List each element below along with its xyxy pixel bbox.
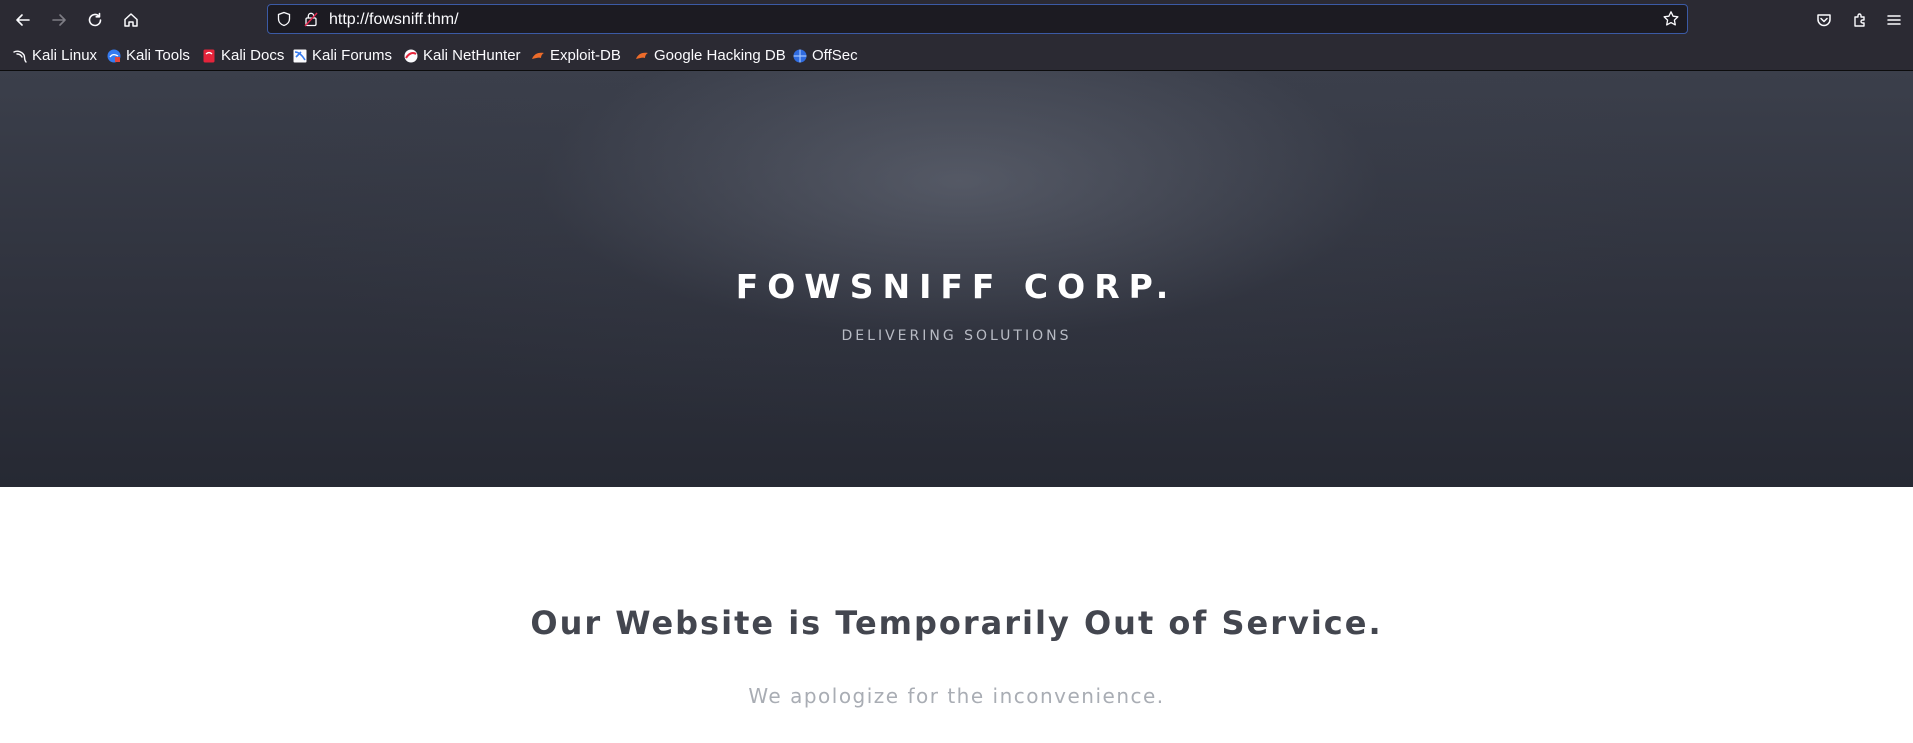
browser-toolbar: http://fowsniff.thm/ [0, 0, 1913, 40]
site-title: FOWSNIFF CORP. [735, 267, 1178, 306]
kali-docs-icon [201, 48, 217, 64]
page-subheading: We apologize for the inconvenience. [748, 684, 1165, 708]
bookmark-label: Kali Docs [221, 47, 285, 64]
reload-icon [88, 12, 102, 27]
menu-button[interactable] [1879, 5, 1909, 35]
home-icon [124, 13, 138, 27]
bookmark-kali-docs[interactable]: Kali Docs [201, 47, 284, 64]
hamburger-menu-icon [1887, 15, 1901, 25]
tracking-shield-icon[interactable] [276, 11, 292, 31]
home-button[interactable] [116, 5, 146, 35]
ghdb-icon [634, 48, 650, 64]
site-tagline: DELIVERING SOLUTIONS [841, 328, 1072, 344]
bookmark-label: Exploit-DB [550, 47, 621, 64]
bookmark-label: Kali Linux [32, 47, 98, 64]
bookmark-label: OffSec [812, 47, 858, 64]
bookmark-kali-linux[interactable]: Kali Linux [12, 47, 97, 64]
bookmark-exploit-db[interactable]: Exploit-DB [530, 47, 621, 64]
bookmarks-toolbar: Kali Linux Kali Tools Kali Docs Kali For… [0, 40, 1913, 71]
kali-tools-icon [106, 48, 122, 64]
bookmark-google-hacking-db[interactable]: Google Hacking DB [634, 47, 786, 64]
bookmark-label: Kali Tools [126, 47, 190, 64]
kali-forums-icon [292, 48, 308, 64]
url-text[interactable]: http://fowsniff.thm/ [329, 11, 459, 29]
bookmark-offsec[interactable]: OffSec [792, 47, 858, 64]
pocket-icon [1817, 14, 1831, 27]
bookmark-kali-nethunter[interactable]: Kali NetHunter [403, 47, 521, 64]
bookmark-label: Kali Forums [312, 47, 393, 64]
page-heading: Our Website is Temporarily Out of Servic… [530, 604, 1383, 642]
bookmark-star-icon[interactable] [1662, 10, 1680, 32]
back-button[interactable] [8, 5, 38, 35]
insecure-lock-icon[interactable] [303, 11, 319, 31]
pocket-button[interactable] [1809, 5, 1839, 35]
offsec-icon [792, 48, 808, 64]
forward-button[interactable] [44, 5, 74, 35]
kali-dragon-icon [12, 48, 28, 64]
bookmark-kali-tools[interactable]: Kali Tools [106, 47, 190, 64]
forward-arrow-icon [52, 14, 66, 26]
exploit-db-icon [530, 48, 546, 64]
address-bar[interactable]: http://fowsniff.thm/ [267, 4, 1688, 34]
reload-button[interactable] [80, 5, 110, 35]
extensions-button[interactable] [1845, 5, 1875, 35]
hero-banner: FOWSNIFF CORP. DELIVERING SOLUTIONS [0, 71, 1913, 487]
bookmark-kali-forums[interactable]: Kali Forums [292, 47, 392, 64]
bookmark-label: Google Hacking DB [654, 47, 786, 64]
nethunter-icon [403, 48, 419, 64]
browser-chrome: http://fowsniff.thm/ Kali Linux Kali Too… [0, 0, 1913, 71]
puzzle-icon [1854, 13, 1865, 27]
back-arrow-icon [16, 14, 30, 26]
bookmark-label: Kali NetHunter [423, 47, 521, 64]
